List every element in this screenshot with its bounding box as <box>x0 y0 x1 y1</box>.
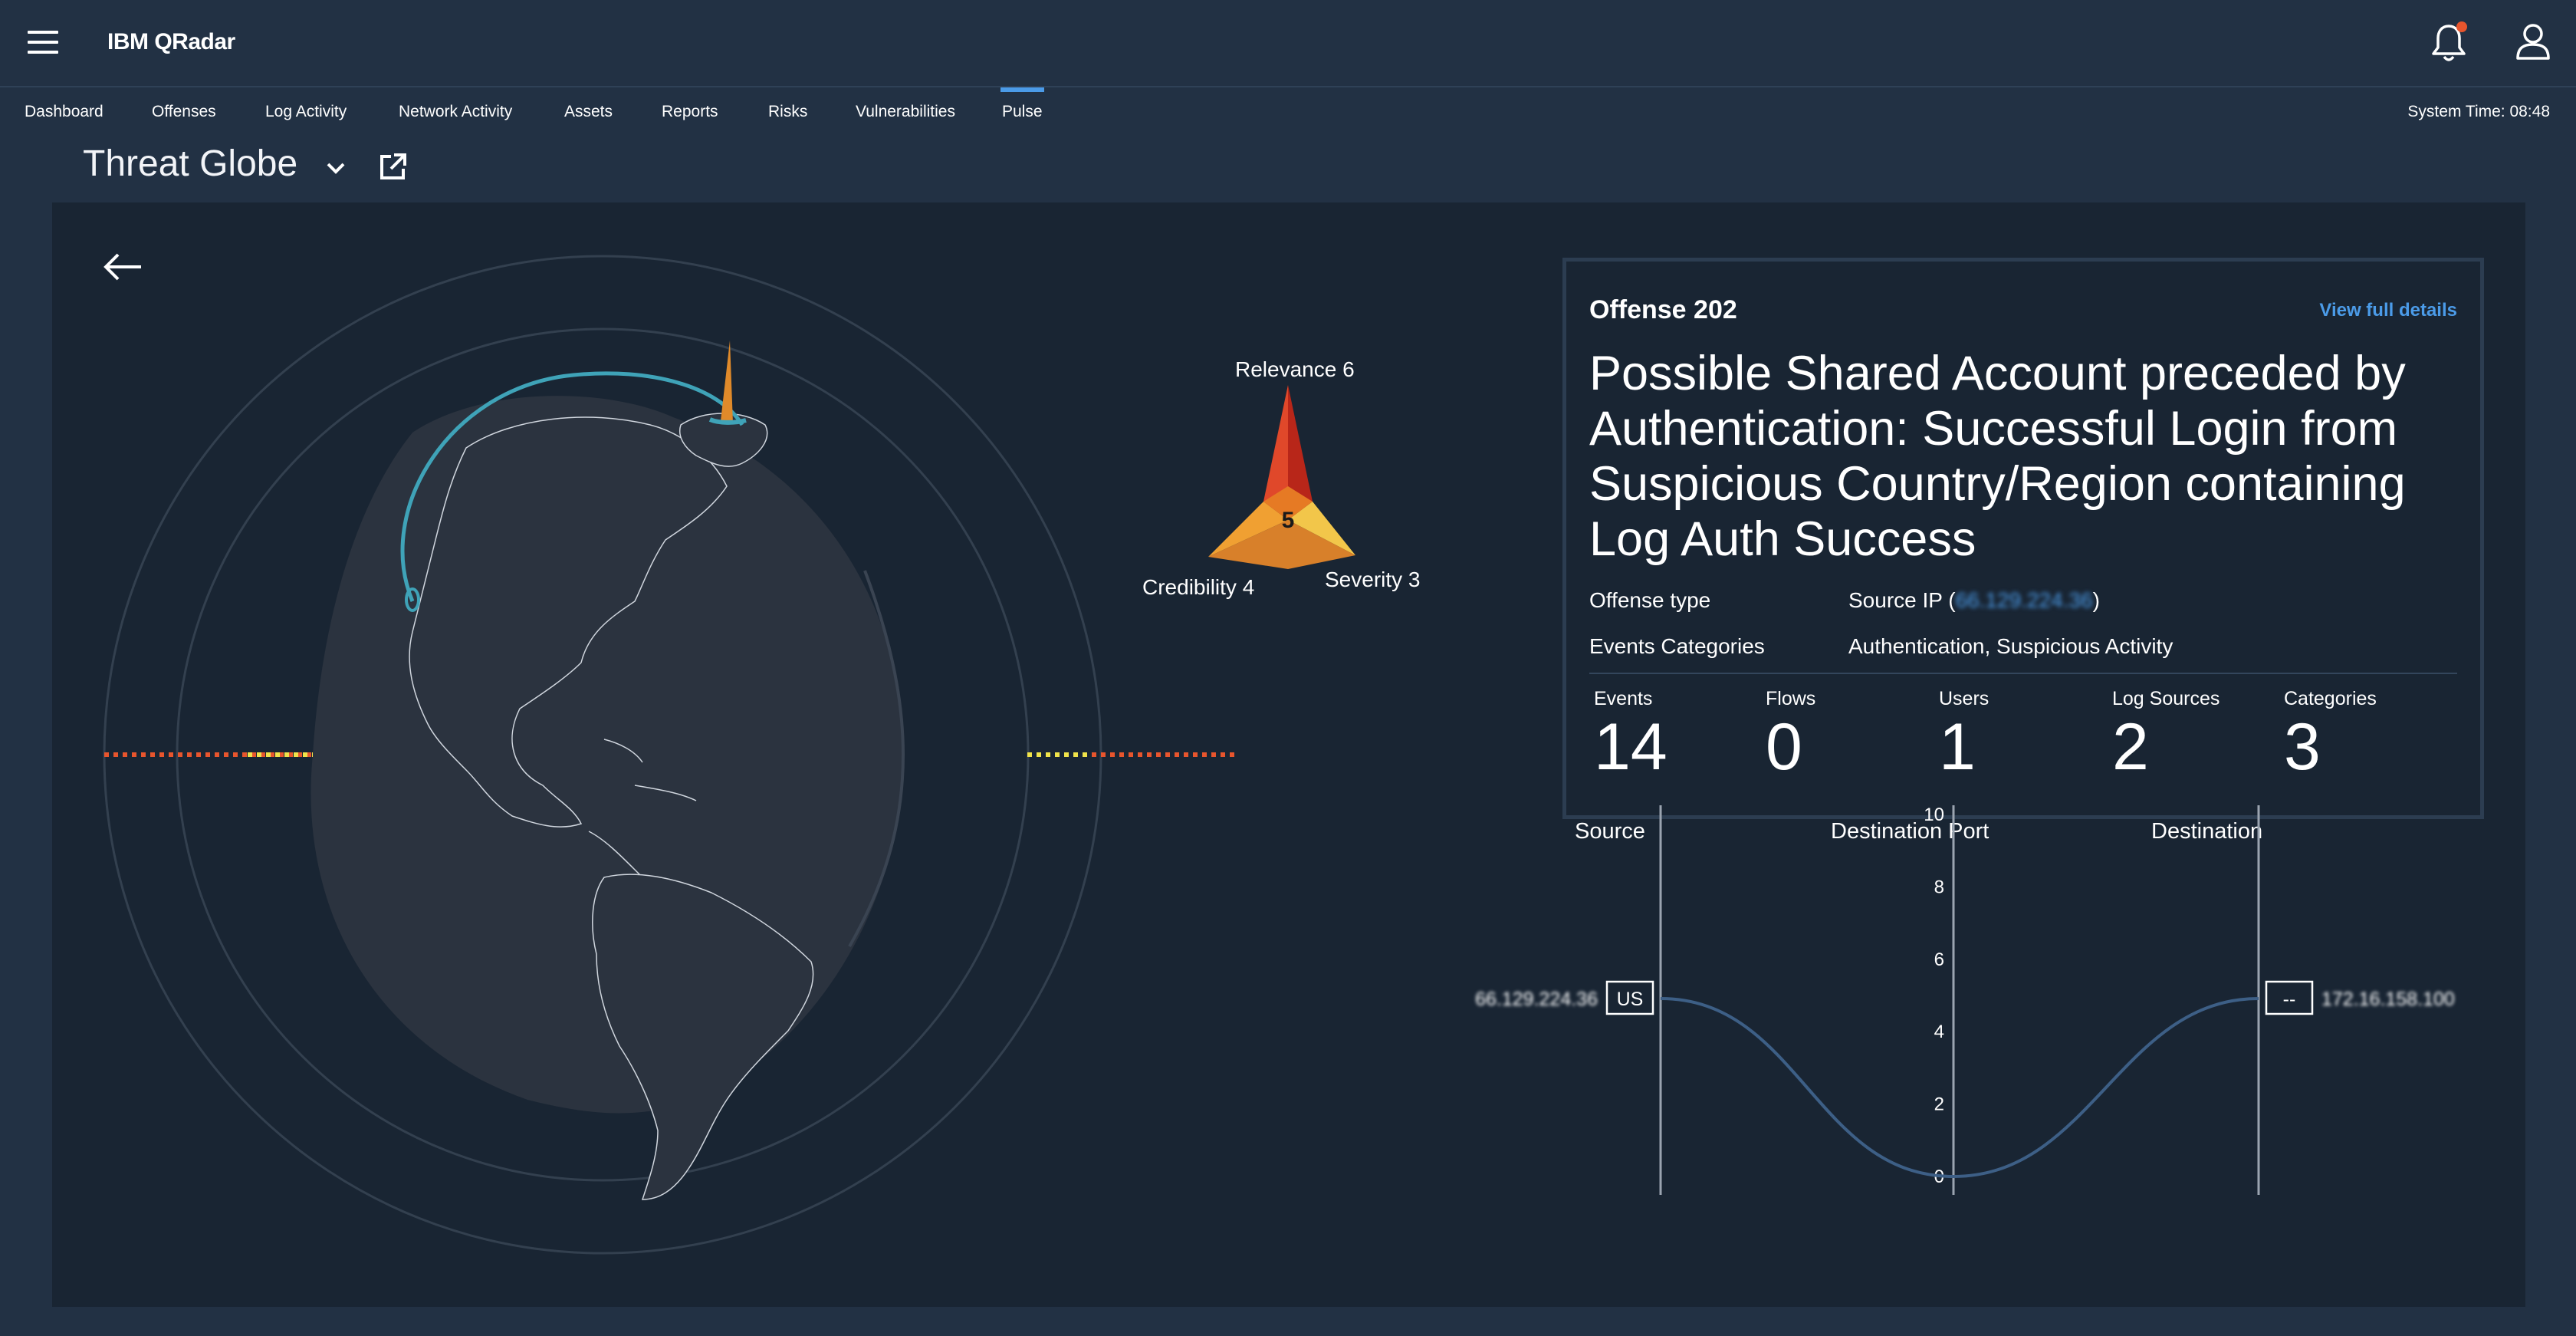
stat-events: Events 14 <box>1594 688 1668 784</box>
offense-id: Offense 202 <box>1589 295 1737 324</box>
card-divider <box>1589 673 2457 674</box>
port-tick-label: 2 <box>1934 1094 1944 1115</box>
port-tick-label: 10 <box>1924 805 1944 825</box>
source-ip-label: 66.129.224.36 <box>1475 989 1598 1010</box>
offense-type-label: Offense type <box>1589 588 1711 612</box>
relevance-label: Relevance 6 <box>1235 357 1355 381</box>
flow-parallel-chart: 0246810US66.129.224.36 -- 172.16.158.100 <box>1475 805 2455 1195</box>
nav-log-activity[interactable]: Log Activity <box>265 103 347 121</box>
port-tick-label: 8 <box>1934 877 1944 897</box>
notification-badge <box>2456 21 2467 32</box>
system-time: System Time: 08:48 <box>2407 103 2550 120</box>
events-categories-label: Events Categories <box>1589 634 1765 658</box>
offense-type-value: Source IP (66.129.224.36) <box>1848 588 2100 612</box>
view-full-details-link[interactable]: View full details <box>2319 300 2457 321</box>
magnitude-value: 5 <box>1282 508 1295 533</box>
stat-log-sources: Log Sources 2 <box>2112 688 2220 784</box>
chevron-down-icon[interactable] <box>322 155 350 183</box>
hamburger-menu-icon[interactable] <box>28 31 58 55</box>
app-title: IBM QRadar <box>107 29 235 54</box>
credibility-label: Credibility 4 <box>1142 575 1255 599</box>
stat-categories: Categories 3 <box>2284 688 2377 784</box>
stat-users: Users 1 <box>1939 688 1990 784</box>
nav-dashboard[interactable]: Dashboard <box>25 103 104 121</box>
stat-flows: Flows 0 <box>1766 688 1816 784</box>
source-ip-link[interactable]: 66.129.224.36 <box>1956 588 2093 612</box>
nav-assets[interactable]: Assets <box>564 103 613 121</box>
nav-reports[interactable]: Reports <box>662 103 718 121</box>
source-country-label: US <box>1617 989 1644 1010</box>
nav-pulse[interactable]: Pulse <box>1001 87 1044 121</box>
port-tick-label: 6 <box>1934 949 1944 970</box>
threat-globe-panel: 5 Relevance 6 Severity 3 Credibility 4 O… <box>52 202 2525 1307</box>
nav-vulnerabilities[interactable]: Vulnerabilities <box>856 103 955 121</box>
top-bar: IBM QRadar <box>0 0 2576 87</box>
destination-country-label: -- <box>2283 989 2296 1010</box>
nav-risks[interactable]: Risks <box>768 103 807 121</box>
user-icon[interactable] <box>2513 20 2553 63</box>
port-tick-label: 4 <box>1934 1022 1944 1042</box>
flow-line <box>1660 997 2259 1179</box>
severity-label: Severity 3 <box>1325 568 1421 591</box>
destination-ip-label: 172.16.158.100 <box>2321 989 2455 1010</box>
events-categories-value: Authentication, Suspicious Activity <box>1848 634 2174 658</box>
page-title: Threat Globe <box>83 143 298 184</box>
offense-details-card: Offense 202 View full details Possible S… <box>1562 258 2484 819</box>
launch-icon[interactable] <box>376 150 409 184</box>
threat-globe[interactable]: 5 <box>52 202 1432 1307</box>
magnitude-pyramid <box>1208 385 1355 569</box>
nav-network-activity[interactable]: Network Activity <box>399 103 512 121</box>
main-navigation: Dashboard Offenses Log Activity Network … <box>0 87 2576 141</box>
nav-offenses[interactable]: Offenses <box>152 103 216 121</box>
offense-title: Possible Shared Account preceded by Auth… <box>1589 347 2406 566</box>
bell-icon[interactable] <box>2429 21 2469 64</box>
